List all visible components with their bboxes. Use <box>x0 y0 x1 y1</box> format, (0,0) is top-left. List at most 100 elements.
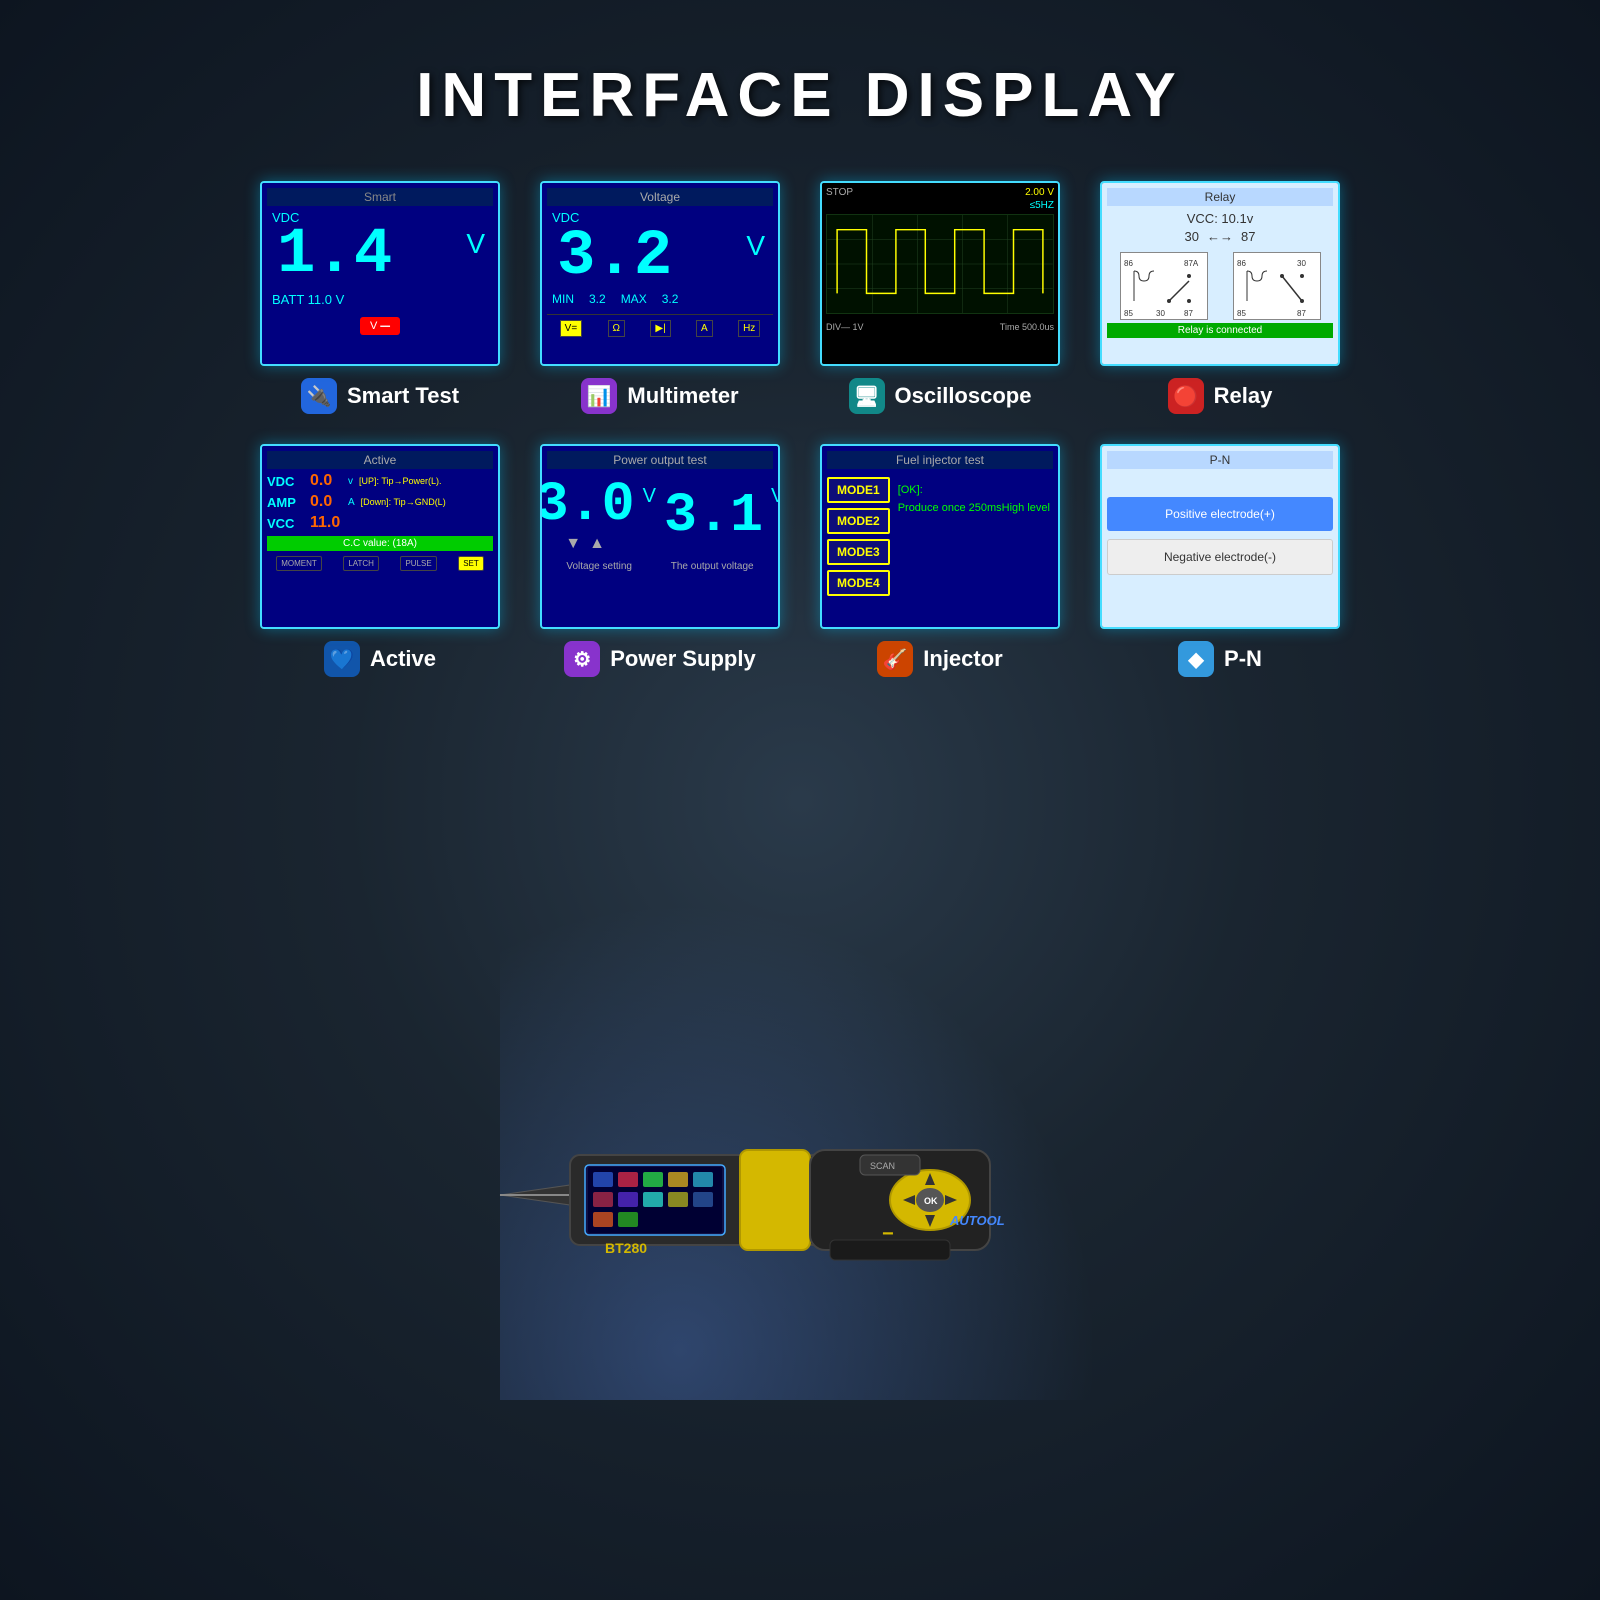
func-ohm[interactable]: Ω <box>608 320 625 337</box>
smart-header: Smart <box>267 188 493 206</box>
active-vdc-unit: v <box>348 476 353 487</box>
mode-moment[interactable]: MOMENT <box>276 556 322 571</box>
page-title: INTERFACE DISPLAY <box>0 0 1600 131</box>
svg-text:AUTOOL: AUTOOL <box>949 1213 1005 1228</box>
relay-vcc: VCC: 10.1v <box>1107 211 1333 226</box>
injector-mode2[interactable]: MODE2 <box>827 508 890 534</box>
osc-freq: ≤5HZ <box>826 200 1054 211</box>
injector-icon: 🎸 <box>877 641 913 677</box>
pn-screen: P-N Positive electrode(+) Negative elect… <box>1100 444 1340 629</box>
relay-screen: Relay VCC: 10.1v 30 ←→ 87 86 87A 85 87 <box>1100 181 1340 366</box>
active-note-up: [UP]: Tip→Power(L). <box>359 476 442 486</box>
osc-icon: 🖥 <box>849 378 885 414</box>
power-label-text: Power Supply <box>610 646 755 672</box>
relay-pin87: 87 <box>1241 229 1255 244</box>
active-label-row: 💙 Active <box>324 641 436 677</box>
func-amp[interactable]: A <box>696 320 713 337</box>
injector-screen: Fuel injector test MODE1 MODE2 MODE3 MOD… <box>820 444 1060 629</box>
power-volt-set: 3.0 <box>540 477 635 532</box>
power-unit-2: V <box>771 485 780 508</box>
active-screen: Active VDC 0.0 v [UP]: Tip→Power(L). AMP… <box>260 444 500 629</box>
multimeter-label: 📊 Multimeter <box>581 378 738 414</box>
smart-label-text: Smart Test <box>347 383 459 409</box>
func-volt[interactable]: V= <box>560 320 583 337</box>
multi-min-label: MIN <box>552 292 574 306</box>
svg-text:85: 85 <box>1237 309 1246 318</box>
power-icon: ⚙ <box>564 641 600 677</box>
multi-min-val: 3.2 <box>589 292 606 306</box>
injector-item: Fuel injector test MODE1 MODE2 MODE3 MOD… <box>820 444 1060 677</box>
mode-set[interactable]: SET <box>458 556 484 571</box>
device-svg: BT280 OK + − AUTOOL SCAN <box>450 995 1150 1545</box>
pn-header: P-N <box>1107 451 1333 469</box>
active-vdc-label: VDC <box>267 474 307 489</box>
svg-text:OK: OK <box>924 1196 938 1206</box>
smart-test-label: 🔌 Smart Test <box>301 378 459 414</box>
oscilloscope-label: 🖥 Oscilloscope <box>849 378 1032 414</box>
active-amp-label: AMP <box>267 495 307 510</box>
oscilloscope-screen: STOP 2.00 V ≤5HZ <box>820 181 1060 366</box>
injector-label-row: 🎸 Injector <box>877 641 1002 677</box>
injector-mode1[interactable]: MODE1 <box>827 477 890 503</box>
svg-text:BT280: BT280 <box>605 1240 647 1256</box>
svg-text:87: 87 <box>1297 309 1306 318</box>
multi-icon: 📊 <box>581 378 617 414</box>
active-vcc-label: VCC <box>267 516 307 531</box>
power-item: Power output test 3.0 ▼ ▲ V 3.1 V <box>540 444 780 677</box>
injector-label-text: Injector <box>923 646 1002 672</box>
injector-mode4[interactable]: MODE4 <box>827 570 890 596</box>
osc-waveform <box>826 214 1054 314</box>
power-screen: Power output test 3.0 ▼ ▲ V 3.1 V <box>540 444 780 629</box>
pn-positive: Positive electrode(+) <box>1107 497 1333 531</box>
mode-pulse[interactable]: PULSE <box>400 556 436 571</box>
multi-max-label: MAX <box>621 292 647 306</box>
multi-header: Voltage <box>547 188 773 206</box>
oscilloscope-item: STOP 2.00 V ≤5HZ <box>820 181 1060 414</box>
power-header: Power output test <box>547 451 773 469</box>
multi-label-text: Multimeter <box>627 383 738 409</box>
injector-ok-label: [OK]: <box>898 482 1050 500</box>
screens-grid: Smart VDC 1.4 V BATT 11.0 V V━━ 🔌 Smart … <box>0 181 1600 677</box>
func-diode[interactable]: ▶| <box>650 320 670 337</box>
power-volt-out: 3.1 <box>664 488 763 543</box>
relay-pin30: 30 <box>1185 229 1199 244</box>
osc-stop: STOP <box>826 187 853 198</box>
power-out-label: The output voltage <box>671 561 754 572</box>
osc-div: DIV— 1V <box>826 322 864 332</box>
smart-unit: V <box>466 228 485 260</box>
active-vdc-val: 0.0 <box>310 472 345 490</box>
injector-ok-desc: Produce once 250msHigh level <box>898 500 1050 518</box>
svg-text:30: 30 <box>1297 259 1306 268</box>
func-hz[interactable]: Hz <box>738 320 760 337</box>
smart-volt-icon: V━━ <box>360 317 400 335</box>
mode-latch[interactable]: LATCH <box>343 556 379 571</box>
active-amp-unit: A <box>348 497 355 508</box>
pn-negative: Negative electrode(-) <box>1107 539 1333 575</box>
pn-item: P-N Positive electrode(+) Negative elect… <box>1100 444 1340 677</box>
smart-value: 1.4 <box>267 223 493 287</box>
svg-text:30: 30 <box>1156 309 1165 318</box>
power-down-arrow[interactable]: ▼ <box>565 535 581 553</box>
osc-label-text: Oscilloscope <box>895 383 1032 409</box>
svg-text:85: 85 <box>1124 309 1133 318</box>
power-unit-1: V <box>643 485 656 508</box>
svg-text:86: 86 <box>1124 259 1133 268</box>
pn-label-text: P-N <box>1224 646 1262 672</box>
multi-max-val: 3.2 <box>662 292 679 306</box>
svg-text:87: 87 <box>1184 309 1193 318</box>
active-amp-val: 0.0 <box>310 493 345 511</box>
injector-mode3[interactable]: MODE3 <box>827 539 890 565</box>
smart-test-screen: Smart VDC 1.4 V BATT 11.0 V V━━ <box>260 181 500 366</box>
multimeter-item: Voltage VDC 3.2 V MIN 3.2 MAX 3.2 V= Ω ▶… <box>540 181 780 414</box>
active-note-down: [Down]: Tip→GND(L) <box>361 497 446 507</box>
power-up-arrow[interactable]: ▲ <box>589 535 605 553</box>
power-set-label: Voltage setting <box>566 561 632 572</box>
pn-label-row: ◆ P-N <box>1178 641 1262 677</box>
osc-time: Time 500.0us <box>1000 322 1054 332</box>
active-vcc-val: 11.0 <box>310 514 345 532</box>
relay-icon: 🔴 <box>1168 378 1204 414</box>
svg-text:SCAN: SCAN <box>870 1161 895 1171</box>
multi-unit: V <box>746 230 765 262</box>
device-area: BT280 OK + − AUTOOL SCAN <box>450 995 1150 1550</box>
smart-icon: 🔌 <box>301 378 337 414</box>
